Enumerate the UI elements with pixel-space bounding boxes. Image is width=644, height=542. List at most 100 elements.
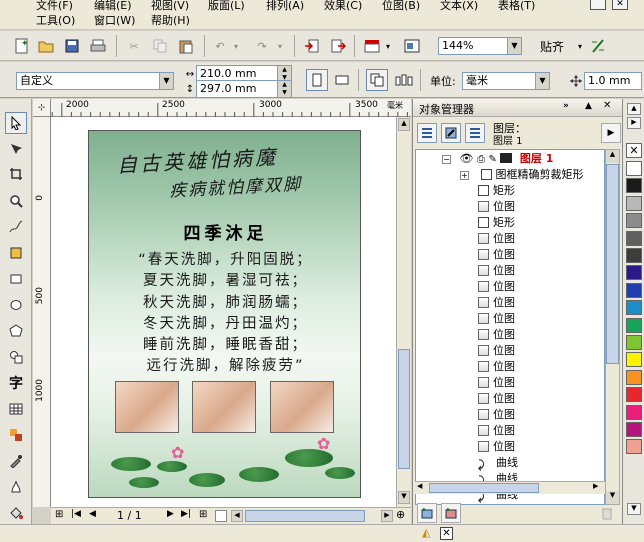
color-swatch[interactable]	[626, 352, 642, 368]
add-page-icon[interactable]: ⊞	[199, 509, 207, 520]
color-swatch[interactable]	[626, 265, 642, 281]
palette-scroll-up-icon[interactable]: ▲	[627, 103, 641, 115]
color-swatch[interactable]	[626, 404, 642, 420]
show-properties-icon[interactable]	[417, 123, 437, 143]
units-dropdown-icon[interactable]: ▼	[535, 73, 549, 89]
object-row[interactable]: 位图	[478, 375, 515, 391]
new-document-icon[interactable]: ✦	[12, 36, 32, 56]
color-swatch[interactable]	[626, 300, 642, 316]
last-page-icon[interactable]: ▶|	[181, 509, 191, 519]
pencil-icon[interactable]: ✎	[488, 154, 496, 165]
color-swatch[interactable]	[626, 369, 642, 385]
welcome-screen-icon[interactable]	[402, 36, 422, 56]
object-row[interactable]: 矩形	[478, 215, 515, 231]
layer-manager-view-icon[interactable]	[465, 123, 485, 143]
nudge-distance-field[interactable]: 1.0 mm	[584, 72, 642, 90]
fill-tool-icon[interactable]	[5, 502, 27, 524]
previous-page-icon[interactable]: ◀	[89, 509, 96, 519]
object-row[interactable]: 位图	[478, 391, 515, 407]
color-swatch[interactable]	[626, 317, 642, 333]
print-icon[interactable]	[88, 36, 108, 56]
tree-scroll-thumb[interactable]	[606, 164, 619, 364]
collapse-icon[interactable]: −	[442, 155, 451, 164]
first-page-icon[interactable]: |◀	[71, 509, 81, 519]
color-swatch[interactable]	[626, 335, 642, 350]
page-tab[interactable]	[215, 510, 227, 522]
object-row[interactable]: 矩形	[478, 183, 515, 199]
crop-tool-icon[interactable]	[5, 163, 27, 185]
vertical-ruler[interactable]: 0 500 1000	[33, 117, 51, 507]
basic-shapes-tool-icon[interactable]	[5, 346, 27, 368]
page-options-icon[interactable]: ⊞	[55, 509, 63, 520]
text-tool-icon[interactable]: 字	[5, 372, 27, 394]
panel-collapse-icon[interactable]: ▲	[585, 101, 592, 111]
menu-table[interactable]: 表格(T)	[498, 0, 535, 13]
color-swatch[interactable]	[626, 387, 642, 403]
edit-across-layers-icon[interactable]	[441, 123, 461, 143]
menu-text[interactable]: 文本(X)	[440, 0, 478, 13]
object-row[interactable]: 位图	[478, 247, 515, 263]
object-row[interactable]: 位图	[478, 343, 515, 359]
pick-tool-icon[interactable]	[5, 112, 27, 134]
cut-icon[interactable]: ✂	[124, 36, 144, 56]
restore-button[interactable]	[590, 0, 606, 10]
tree-scroll-right-icon[interactable]: ▶	[593, 482, 598, 490]
object-tree[interactable]: − 👁 ⎙ ✎ 图层 1 + 图框精确剪裁矩形 矩形 位图 矩形 位图 位图 位图 位图 位图…	[415, 149, 605, 505]
page-height-field[interactable]: 297.0 mm ▲ ▼	[196, 80, 292, 98]
panel-menu-arrow-icon[interactable]: ▶	[601, 123, 621, 143]
expand-icon[interactable]: +	[460, 171, 469, 180]
powerclip-row[interactable]: + 图框精确剪裁矩形	[460, 167, 584, 183]
new-layer-icon[interactable]: ✦	[417, 503, 437, 523]
table-tool-icon[interactable]	[5, 398, 27, 420]
paste-icon[interactable]	[176, 36, 196, 56]
shape-tool-icon[interactable]	[5, 138, 27, 160]
canvas-vertical-scrollbar[interactable]: ▲ ▼	[396, 117, 411, 507]
color-swatch[interactable]	[626, 248, 642, 263]
portrait-button[interactable]	[306, 69, 328, 91]
object-row[interactable]: 位图	[478, 231, 515, 247]
launcher-dropdown-icon[interactable]: ▾	[378, 36, 398, 56]
menu-effects[interactable]: 效果(C)	[324, 0, 362, 13]
ellipse-tool-icon[interactable]	[5, 294, 27, 316]
landscape-button[interactable]	[332, 70, 352, 90]
color-swatch[interactable]	[626, 230, 642, 246]
poster-page[interactable]: 自古英雄怕病魔 疾病就怕摩双脚 四季沐足 “春天洗脚，升阳固脱； 夏天洗脚，暑湿…	[88, 130, 361, 498]
object-row[interactable]: 位图	[478, 439, 515, 455]
color-swatch[interactable]	[626, 282, 642, 298]
menu-help[interactable]: 帮助(H)	[151, 12, 190, 28]
ruler-origin-icon[interactable]: ⊹	[33, 99, 51, 117]
menu-layout[interactable]: 版面(L)	[208, 0, 245, 13]
menu-arrange[interactable]: 排列(A)	[266, 0, 304, 13]
scroll-left-icon[interactable]: ◀	[231, 510, 243, 522]
menu-tools[interactable]: 工具(O)	[36, 12, 75, 28]
export-icon[interactable]	[328, 36, 348, 56]
interactive-blend-tool-icon[interactable]	[5, 424, 27, 446]
horizontal-ruler[interactable]: 2000 2500 3000 3500 毫米	[33, 99, 411, 117]
printer-icon[interactable]: ⎙	[477, 154, 485, 165]
zoom-level-field[interactable]: 144% ▼	[438, 37, 522, 55]
tree-hscroll-thumb[interactable]	[429, 483, 539, 493]
redo-dropdown-icon[interactable]: ▾	[270, 36, 290, 56]
current-page-button[interactable]	[394, 70, 414, 90]
delete-icon[interactable]	[597, 503, 617, 523]
page-height-spinner[interactable]: ▲ ▼	[277, 81, 291, 97]
panel-close-icon[interactable]: ✕	[603, 100, 611, 111]
object-row[interactable]: 位图	[478, 311, 515, 327]
copy-icon[interactable]	[150, 36, 170, 56]
menu-bitmap[interactable]: 位图(B)	[382, 0, 420, 13]
object-row[interactable]: 位图	[478, 263, 515, 279]
options-icon[interactable]	[588, 36, 608, 56]
smart-fill-tool-icon[interactable]	[5, 242, 27, 264]
object-row[interactable]: 位图	[478, 199, 515, 215]
zoom-tool-icon[interactable]	[5, 190, 27, 212]
zoom-dropdown-icon[interactable]: ▼	[507, 38, 521, 54]
color-swatch[interactable]	[626, 439, 642, 455]
snap-dropdown-icon[interactable]: ▾	[570, 36, 590, 56]
undo-dropdown-icon[interactable]: ▾	[226, 36, 246, 56]
object-row[interactable]: 位图	[478, 407, 515, 423]
panel-expand-icon[interactable]: »	[563, 101, 569, 111]
snap-to-label[interactable]: 贴齐	[540, 38, 564, 55]
paper-preset-select[interactable]: 自定义 ▼	[16, 72, 174, 90]
object-row[interactable]: 位图	[478, 359, 515, 375]
color-swatch[interactable]	[626, 213, 642, 229]
